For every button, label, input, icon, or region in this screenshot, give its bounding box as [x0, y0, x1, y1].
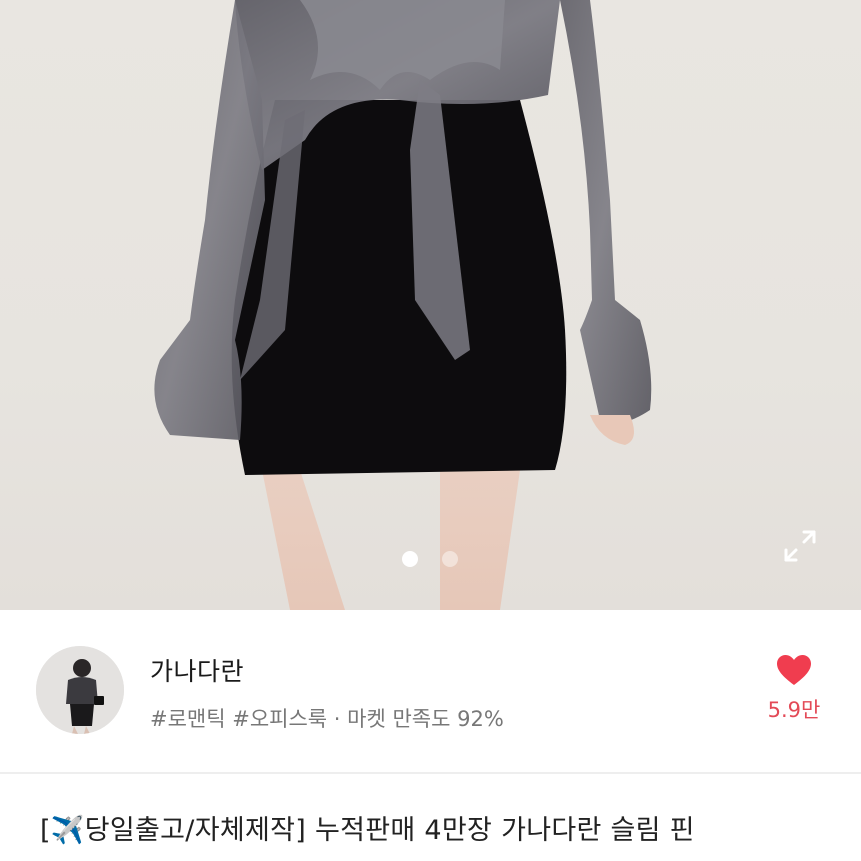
like-button[interactable]: 5.9만: [762, 650, 826, 730]
seller-name[interactable]: 가나다란: [150, 652, 244, 688]
satisfaction-label: 마켓 만족도: [347, 707, 451, 731]
carousel-indicator: [0, 550, 861, 570]
like-count: 5.9만: [767, 698, 821, 722]
seller-avatar[interactable]: [36, 646, 124, 734]
heart-icon: [777, 655, 811, 685]
section-divider: [0, 772, 861, 774]
seller-meta: #로맨틱 #오피스룩 · 마켓 만족도 92%: [150, 703, 504, 733]
meta-separator: ·: [327, 707, 348, 731]
product-photo: [154, 0, 652, 610]
product-page: 가나다란 #로맨틱 #오피스룩 · 마켓 만족도 92% 5.9만 [✈️당일출…: [0, 0, 861, 861]
seller-section[interactable]: [0, 610, 861, 772]
expand-icon: [784, 530, 816, 562]
avatar-image: [36, 646, 124, 734]
seller-tags[interactable]: #로맨틱 #오피스룩: [150, 707, 327, 731]
satisfaction-value: 92%: [457, 707, 504, 731]
carousel-dot-active[interactable]: [402, 551, 418, 567]
product-title: [✈️당일출고/자체제작] 누적판매 4만장 가나다란 슬림 핀: [40, 815, 695, 846]
carousel-dot[interactable]: [442, 551, 458, 567]
product-image-carousel[interactable]: [0, 0, 861, 610]
fullscreen-expand-button[interactable]: [780, 526, 820, 566]
